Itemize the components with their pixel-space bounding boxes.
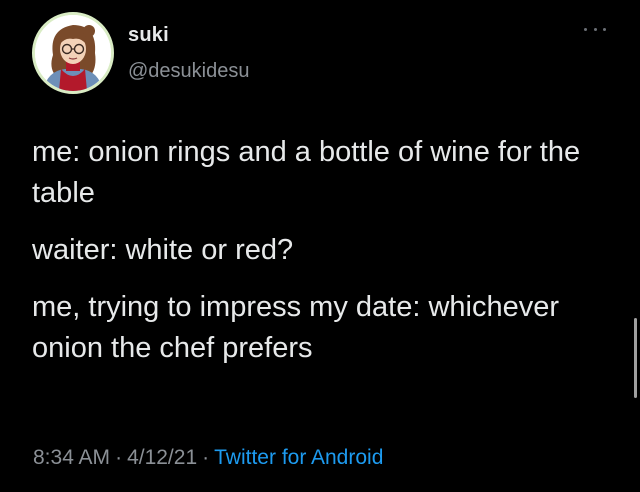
author-display-name[interactable]: suki bbox=[128, 24, 169, 47]
separator: · bbox=[115, 446, 123, 469]
separator: · bbox=[202, 446, 210, 469]
dot bbox=[603, 27, 606, 31]
avatar[interactable] bbox=[32, 12, 114, 94]
dot bbox=[593, 27, 597, 31]
tweet: suki @desukidesu me: onion rings and a b… bbox=[0, 0, 640, 492]
tweet-paragraph: me, trying to impress my date: whichever… bbox=[32, 291, 560, 364]
tweet-paragraph: waiter: white or red? bbox=[32, 234, 294, 266]
more-horizontal-icon[interactable] bbox=[584, 24, 606, 34]
tweet-metadata: 8:34 AM · 4/12/21 · Twitter for Android bbox=[33, 446, 383, 470]
tweet-text: me: onion rings and a bottle of wine for… bbox=[32, 132, 602, 385]
tweet-source-link[interactable]: Twitter for Android bbox=[214, 446, 383, 469]
tweet-time[interactable]: 8:34 AM bbox=[33, 446, 110, 469]
tweet-date[interactable]: 4/12/21 bbox=[127, 446, 197, 469]
avatar-illustration-icon bbox=[35, 15, 111, 91]
dot bbox=[584, 27, 587, 31]
author-handle[interactable]: @desukidesu bbox=[128, 60, 249, 83]
tweet-paragraph: me: onion rings and a bottle of wine for… bbox=[32, 136, 581, 209]
scrollbar[interactable] bbox=[634, 318, 637, 398]
